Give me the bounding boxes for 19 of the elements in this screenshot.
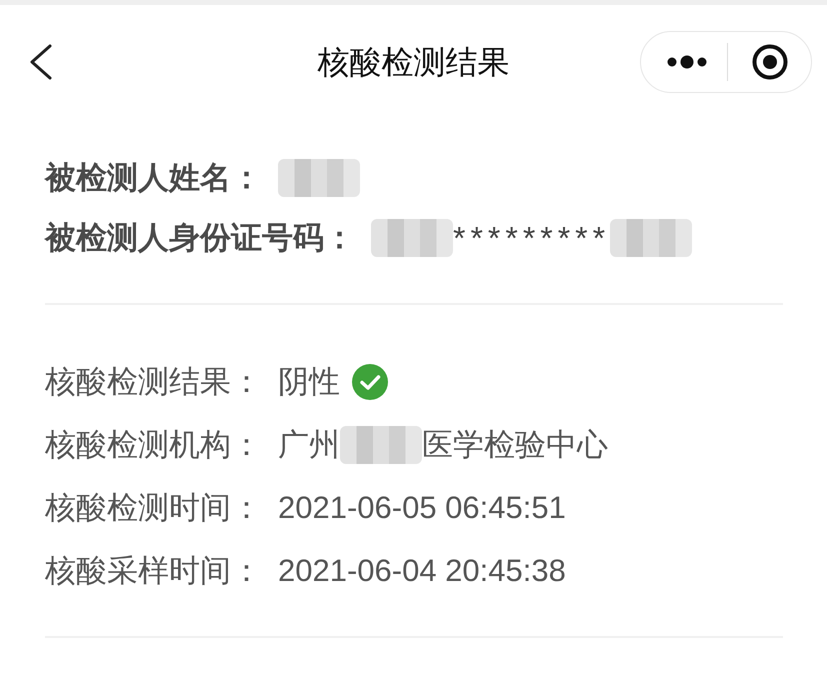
field-label: 被检测人姓名： [45, 158, 262, 197]
field-value: ********* [453, 219, 610, 258]
more-dots-icon [667, 54, 707, 68]
field-label: 核酸采样时间： [45, 552, 262, 590]
field-value: 阴性 [278, 362, 340, 401]
field-value: 医学检验中心 [422, 426, 608, 464]
field-value: 2021-06-05 06:45:51 [278, 488, 566, 527]
back-button[interactable] [28, 44, 54, 80]
page-title: 核酸检测结果 [318, 44, 510, 80]
field-label: 被检测人身份证号码： [45, 218, 355, 257]
field-value: 2021-06-04 20:45:38 [278, 552, 566, 590]
close-button[interactable] [752, 44, 788, 80]
check-circle-icon [352, 364, 388, 400]
field-value: 广州 [278, 426, 340, 464]
back-chevron-icon [28, 44, 54, 80]
field-label: 核酸检测时间： [45, 488, 262, 527]
target-icon [752, 44, 788, 80]
field-label: 核酸检测结果： [45, 362, 262, 401]
field-label: 核酸检测机构： [45, 426, 262, 464]
